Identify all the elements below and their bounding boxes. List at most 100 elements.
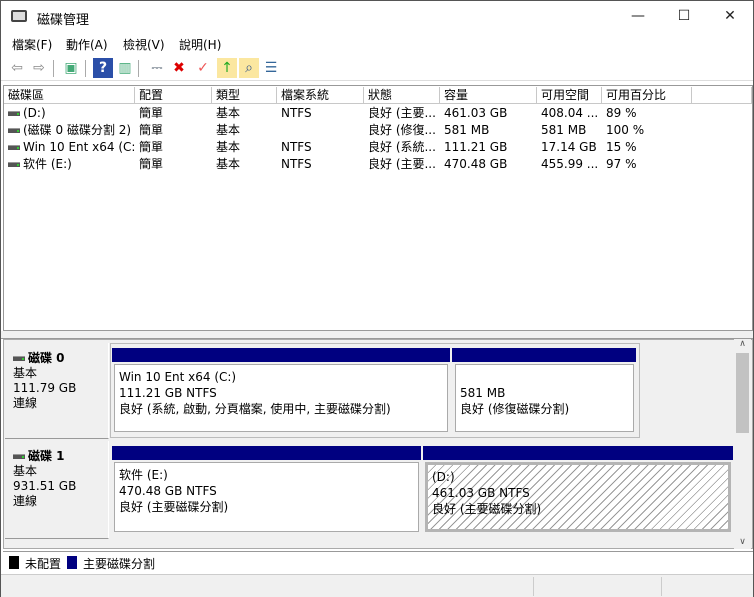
disk-size: 931.51 GB <box>13 479 77 493</box>
volume-icon <box>8 162 20 167</box>
status-bar <box>1 574 753 597</box>
table-cell: 17.14 GB <box>541 140 597 154</box>
column-header[interactable]: 容量 <box>440 87 537 104</box>
partition-box[interactable]: 581 MB 良好 (修復磁碟分割) <box>455 364 634 432</box>
scroll-up-icon[interactable]: ∧ <box>734 339 751 349</box>
table-cell: 470.48 GB <box>444 157 508 171</box>
disk-type: 基本 <box>13 464 38 478</box>
table-cell: NTFS <box>281 157 312 171</box>
partition-box[interactable]: 软件 (E:) 470.48 GB NTFS 良好 (主要磁碟分割) <box>114 462 419 532</box>
partition-title <box>460 369 629 385</box>
table-cell: 581 MB <box>444 123 490 137</box>
table-cell: 良好 (修復... <box>368 123 436 137</box>
table-cell: 良好 (主要... <box>368 157 436 171</box>
unallocated-swatch <box>9 556 19 569</box>
column-header[interactable]: 可用百分比 <box>602 87 692 104</box>
volume-name: Win 10 Ent x64 (C:) <box>23 140 135 154</box>
legend-unallocated: 未配置 <box>25 557 62 571</box>
partition-status: 良好 (主要磁碟分割) <box>119 500 229 514</box>
partition[interactable]: Win 10 Ent x64 (C:) 111.21 GB NTFS 良好 (系統,… <box>112 348 450 434</box>
toolbar: ⇦ ⇨ ▣? ▥ ⎓ ✖ ✓ ↑ ⌕ ☰ <box>1 55 753 81</box>
table-cell: 簡單 <box>139 157 164 171</box>
table-cell: 簡單 <box>139 140 164 154</box>
partition-type-bar <box>112 348 450 362</box>
scrollbar-thumb[interactable] <box>736 353 749 433</box>
action-pane-icon[interactable]: ▥ <box>115 58 135 78</box>
help-icon[interactable]: ? <box>93 58 113 78</box>
table-row[interactable]: (D:) 簡單 基本 NTFS 良好 (主要... 461.03 GB 408.04 ...… <box>4 105 694 122</box>
table-cell: 基本 <box>216 157 241 171</box>
table-cell: 408.04 ... <box>541 106 599 120</box>
scroll-down-icon[interactable]: ∨ <box>734 537 751 547</box>
column-header[interactable]: 可用空間 <box>537 87 602 104</box>
toolbar-separator <box>138 60 139 77</box>
disk-size: 111.79 GB <box>13 381 77 395</box>
column-header[interactable]: 配置 <box>135 87 212 104</box>
table-cell: 15 % <box>606 140 637 154</box>
vertical-scrollbar[interactable]: ∧ ∨ <box>734 339 751 549</box>
column-header[interactable]: 檔案系統 <box>277 87 364 104</box>
partition-title: 软件 (E:) <box>119 468 168 482</box>
table-cell: 簡單 <box>139 106 164 120</box>
partition[interactable]: (D:) 461.03 GB NTFS 良好 (主要磁碟分割) <box>423 446 733 534</box>
forward-icon[interactable]: ⇨ <box>29 58 49 78</box>
disk-icon <box>13 356 25 361</box>
properties-icon[interactable]: ✓ <box>193 58 213 78</box>
partition-title: (D:) <box>432 470 455 484</box>
menu-bar: 檔案(F) 動作(A) 檢視(V) 說明(H) <box>1 33 753 53</box>
open-icon[interactable]: ↑ <box>217 58 237 78</box>
console-tree-icon[interactable]: ▣ <box>61 58 81 78</box>
table-cell: 89 % <box>606 106 637 120</box>
partition-size: 111.21 GB NTFS <box>119 386 217 400</box>
disk-name-text: 磁碟 0 <box>28 351 65 365</box>
partition-title: Win 10 Ent x64 (C:) <box>119 370 237 384</box>
disk-icon <box>13 454 25 459</box>
delete-icon[interactable]: ✖ <box>169 58 189 78</box>
menu-action[interactable]: 動作(A) <box>66 36 108 53</box>
table-cell: 581 MB <box>541 123 587 137</box>
menu-view[interactable]: 檢視(V) <box>123 36 165 53</box>
table-cell: 基本 <box>216 140 241 154</box>
title-bar: 磁碟管理 — ☐ ✕ <box>1 1 753 33</box>
partition-type-bar <box>112 446 421 460</box>
partition[interactable]: 581 MB 良好 (修復磁碟分割) <box>452 348 636 434</box>
partition[interactable]: 软件 (E:) 470.48 GB NTFS 良好 (主要磁碟分割) <box>112 446 421 534</box>
volume-name: 软件 (E:) <box>23 157 72 171</box>
close-button[interactable]: ✕ <box>707 1 753 31</box>
window-title: 磁碟管理 <box>37 13 90 28</box>
disk-label[interactable]: 磁碟 0 基本 111.79 GB 連線 <box>5 343 109 439</box>
pane-splitter[interactable] <box>1 331 753 339</box>
menu-file[interactable]: 檔案(F) <box>12 36 52 53</box>
column-header[interactable]: 類型 <box>212 87 277 104</box>
disk-name-text: 磁碟 1 <box>28 449 65 463</box>
disk-label[interactable]: 磁碟 1 基本 931.51 GB 連線 <box>5 441 109 539</box>
menu-help[interactable]: 說明(H) <box>179 36 221 53</box>
maximize-button[interactable]: ☐ <box>661 1 707 31</box>
legend: 未配置 主要磁碟分割 <box>3 551 753 573</box>
column-header[interactable]: 磁碟區 <box>4 87 135 104</box>
column-header-empty <box>692 87 752 104</box>
connect-disk-icon[interactable]: ⎓ <box>147 58 167 78</box>
table-cell: (D:) <box>8 105 135 122</box>
disk-management-icon <box>11 10 27 22</box>
table-row[interactable]: (磁碟 0 磁碟分割 2) 簡單 基本 良好 (修復... 581 MB 581 MB 10… <box>4 122 694 139</box>
table-cell: 软件 (E:) <box>8 156 135 173</box>
table-cell <box>281 122 364 139</box>
partition-size: 470.48 GB NTFS <box>119 484 217 498</box>
table-cell: 100 % <box>606 123 645 137</box>
disk-state: 連線 <box>13 494 38 508</box>
partition-status: 良好 (系統, 啟動, 分頁檔案, 使用中, 主要磁碟分割) <box>119 402 391 416</box>
partition-size: 461.03 GB NTFS <box>432 486 530 500</box>
table-row[interactable]: Win 10 Ent x64 (C:) 簡單 基本 NTFS 良好 (系統... 111.… <box>4 139 694 156</box>
back-icon[interactable]: ⇦ <box>7 58 27 78</box>
partition-box[interactable]: Win 10 Ent x64 (C:) 111.21 GB NTFS 良好 (系統,… <box>114 364 448 432</box>
primary-partition-swatch <box>67 556 77 569</box>
table-cell: 111.21 GB <box>444 140 508 154</box>
column-header[interactable]: 狀態 <box>364 87 440 104</box>
list-view-icon[interactable]: ☰ <box>261 58 281 78</box>
table-row[interactable]: 软件 (E:) 簡單 基本 NTFS 良好 (主要... 470.48 GB 455.99 … <box>4 156 694 173</box>
minimize-button[interactable]: — <box>615 1 661 31</box>
partition-box[interactable]: (D:) 461.03 GB NTFS 良好 (主要磁碟分割) <box>425 462 731 532</box>
partition-status: 良好 (修復磁碟分割) <box>460 402 570 416</box>
explore-icon[interactable]: ⌕ <box>239 58 259 78</box>
